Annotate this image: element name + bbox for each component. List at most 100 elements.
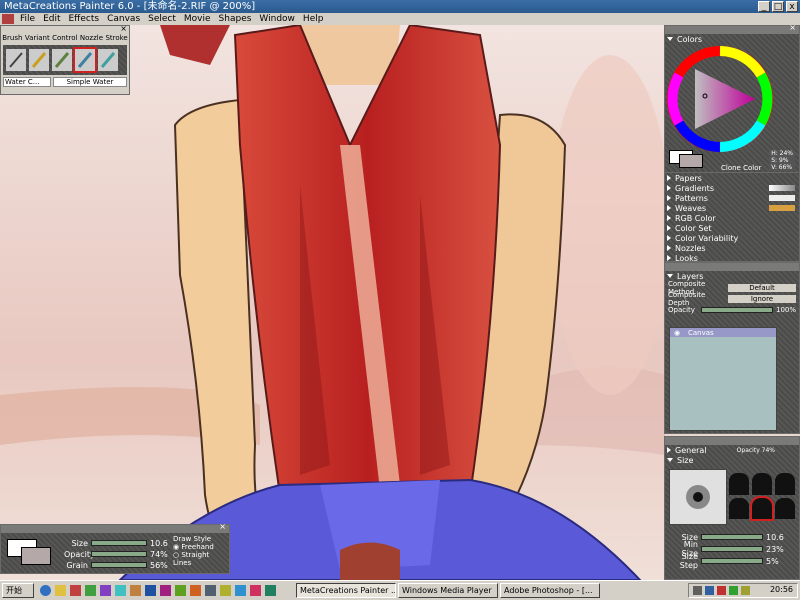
task-photoshop[interactable]: Adobe Photoshop - [... bbox=[500, 583, 600, 598]
task-media-player[interactable]: Windows Media Player bbox=[398, 583, 498, 598]
hue-value: H: 24% bbox=[771, 150, 793, 157]
panel-close-icon[interactable]: × bbox=[120, 24, 127, 33]
app-icon[interactable] bbox=[250, 585, 261, 596]
ctrl-opacity-label: Opacity bbox=[64, 549, 95, 559]
app-icon[interactable] bbox=[265, 585, 276, 596]
airbrush-icon[interactable] bbox=[98, 49, 118, 71]
size-slider[interactable] bbox=[701, 534, 763, 540]
painting-canvas[interactable] bbox=[0, 25, 665, 580]
menu-shapes[interactable]: Shapes bbox=[215, 13, 256, 25]
size-header[interactable]: Size bbox=[667, 455, 799, 465]
dab-shape-icon[interactable] bbox=[729, 497, 749, 519]
general-header[interactable]: General Opacity 74% bbox=[667, 445, 799, 455]
app-icon[interactable] bbox=[205, 585, 216, 596]
layer-opacity-label: Opacity bbox=[668, 305, 695, 314]
browser-icon[interactable] bbox=[40, 585, 51, 596]
palette-item-color-variability[interactable]: Color Variability bbox=[667, 233, 799, 243]
brush-selector-panel: × Brush Variant Control Nozzle Stroke Wa… bbox=[0, 24, 130, 95]
menu-help[interactable]: Help bbox=[299, 13, 328, 25]
tray-app-icon[interactable] bbox=[729, 586, 738, 595]
ctrl-opacity-slider[interactable] bbox=[91, 551, 147, 557]
size-step-slider[interactable] bbox=[701, 558, 763, 564]
layer-opacity-slider[interactable] bbox=[701, 306, 773, 313]
app-icon[interactable] bbox=[220, 585, 231, 596]
app-icon[interactable] bbox=[160, 585, 171, 596]
start-button[interactable]: 开始 bbox=[2, 583, 34, 598]
close-button[interactable]: x bbox=[786, 1, 798, 12]
menu-file[interactable]: File bbox=[16, 13, 39, 25]
app-icon[interactable] bbox=[130, 585, 141, 596]
panel-close-icon[interactable]: × bbox=[789, 23, 796, 32]
app-icon[interactable] bbox=[145, 585, 156, 596]
clone-color-label[interactable]: Clone Color bbox=[721, 164, 761, 172]
app-icon[interactable] bbox=[190, 585, 201, 596]
color-wheel[interactable] bbox=[665, 44, 800, 162]
dab-shape-icon[interactable] bbox=[775, 473, 795, 495]
app-icon[interactable] bbox=[70, 585, 81, 596]
tab-brush[interactable]: Brush bbox=[2, 34, 22, 43]
menu-effects[interactable]: Effects bbox=[65, 13, 104, 25]
composite-depth-select[interactable]: Ignore bbox=[728, 294, 796, 303]
palette-item-papers[interactable]: Papers bbox=[667, 173, 799, 183]
palette-item-color-set[interactable]: Color Set bbox=[667, 223, 799, 233]
expand-arrow-icon bbox=[667, 205, 671, 211]
straight-lines-radio[interactable]: ○ Straight Lines bbox=[173, 551, 229, 567]
palette-item-nozzles[interactable]: Nozzles bbox=[667, 243, 799, 253]
tab-control[interactable]: Control bbox=[52, 34, 77, 43]
controls-panel: × Size 10.6 Opacity 74% Grain 56% Draw S… bbox=[0, 522, 230, 574]
tab-variant[interactable]: Variant bbox=[25, 34, 50, 43]
color-swatch-secondary[interactable] bbox=[679, 154, 703, 168]
composite-method-select[interactable]: Default bbox=[728, 283, 796, 292]
dab-shape-icon[interactable] bbox=[729, 473, 749, 495]
clock[interactable]: 20:56 bbox=[770, 585, 793, 594]
current-color-secondary[interactable] bbox=[21, 547, 51, 565]
email-icon[interactable] bbox=[55, 585, 66, 596]
app-icon[interactable] bbox=[2, 14, 14, 24]
menu-select[interactable]: Select bbox=[144, 13, 180, 25]
min-size-slider[interactable] bbox=[701, 546, 763, 552]
freehand-radio[interactable]: ◉ Freehand bbox=[173, 543, 229, 551]
pen-icon[interactable] bbox=[52, 49, 72, 71]
pencil-icon[interactable] bbox=[29, 49, 49, 71]
tray-app-icon[interactable] bbox=[741, 586, 750, 595]
task-label: MetaCreations Painter ... bbox=[300, 586, 396, 595]
tray-app-icon[interactable] bbox=[717, 586, 726, 595]
ctrl-opacity-row: Opacity 74% bbox=[61, 549, 171, 559]
ctrl-opacity-value: 74% bbox=[150, 549, 168, 559]
dab-shape-icon[interactable] bbox=[752, 473, 772, 495]
app-icon[interactable] bbox=[175, 585, 186, 596]
dab-shape-icon[interactable] bbox=[775, 497, 795, 519]
panel-close-icon[interactable]: × bbox=[219, 522, 226, 531]
ctrl-size-slider[interactable] bbox=[91, 540, 147, 546]
task-painter[interactable]: MetaCreations Painter ... bbox=[296, 583, 396, 598]
network-icon[interactable] bbox=[705, 586, 714, 595]
dab-shape-icon[interactable] bbox=[750, 495, 774, 521]
layer-row-canvas[interactable]: ◉ Canvas bbox=[670, 328, 776, 337]
volume-icon[interactable] bbox=[693, 586, 702, 595]
layer-opacity-value: 100% bbox=[775, 305, 796, 314]
maximize-button[interactable]: □ bbox=[772, 1, 784, 12]
brush-variant-select[interactable]: Simple Water bbox=[53, 77, 127, 87]
eye-icon[interactable]: ◉ bbox=[670, 329, 684, 337]
minimize-button[interactable]: _ bbox=[758, 1, 770, 12]
min-size-value: 23% bbox=[766, 544, 784, 554]
tab-nozzle[interactable]: Nozzle bbox=[80, 34, 103, 43]
ctrl-grain-slider[interactable] bbox=[91, 562, 147, 568]
menu-window[interactable]: Window bbox=[255, 13, 299, 25]
straight-lines-label: Straight Lines bbox=[173, 551, 210, 567]
colors-header[interactable]: Colors bbox=[667, 34, 799, 44]
tab-stroke[interactable]: Stroke bbox=[105, 34, 127, 43]
expand-arrow-icon bbox=[667, 215, 671, 221]
palette-item-rgb-color[interactable]: RGB Color bbox=[667, 213, 799, 223]
brush-category-select[interactable]: Water C... bbox=[3, 77, 51, 87]
menu-movie[interactable]: Movie bbox=[180, 13, 215, 25]
app-icon[interactable] bbox=[235, 585, 246, 596]
app-icon[interactable] bbox=[100, 585, 111, 596]
water-brush-icon[interactable] bbox=[73, 47, 97, 73]
menu-edit[interactable]: Edit bbox=[39, 13, 64, 25]
colors-title: Colors bbox=[677, 34, 703, 44]
app-icon[interactable] bbox=[85, 585, 96, 596]
pattern-preview bbox=[769, 195, 795, 201]
brush-icon[interactable] bbox=[6, 49, 26, 71]
app-icon[interactable] bbox=[115, 585, 126, 596]
